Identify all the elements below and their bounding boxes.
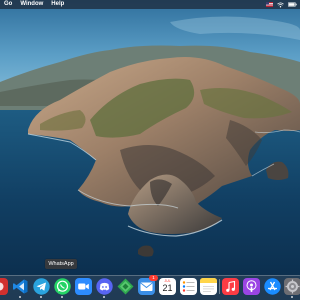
desktop: Go Window Help WhatsApp 1 JUL 21 bbox=[0, 0, 300, 300]
dock-item-notes[interactable] bbox=[200, 278, 217, 295]
running-indicator bbox=[103, 296, 105, 298]
battery-icon[interactable] bbox=[288, 2, 297, 7]
dock-item-telegram[interactable] bbox=[33, 278, 50, 295]
app-icon bbox=[0, 278, 8, 295]
dock-item-discord[interactable] bbox=[96, 278, 113, 295]
dock-tooltip: WhatsApp bbox=[45, 259, 77, 269]
music-icon bbox=[222, 278, 239, 295]
podcasts-icon bbox=[243, 278, 260, 295]
gear-icon bbox=[284, 278, 300, 295]
menu-go[interactable]: Go bbox=[0, 0, 16, 9]
running-indicator bbox=[19, 296, 21, 298]
wifi-icon[interactable] bbox=[277, 2, 284, 8]
dock-item-system-preferences[interactable] bbox=[284, 278, 300, 295]
dock-item-reminders[interactable] bbox=[180, 278, 197, 295]
whatsapp-icon bbox=[54, 278, 71, 295]
zoom-icon bbox=[75, 278, 92, 295]
telegram-icon bbox=[33, 278, 50, 295]
dock-item-whatsapp[interactable] bbox=[54, 278, 71, 295]
dock-item-app-partial[interactable] bbox=[0, 278, 8, 295]
dock-item-calendar[interactable]: JUL 21 bbox=[159, 278, 176, 295]
running-indicator bbox=[291, 296, 293, 298]
running-indicator bbox=[61, 296, 63, 298]
vscode-icon bbox=[13, 279, 28, 294]
dock-item-music[interactable] bbox=[222, 278, 239, 295]
list-icon bbox=[180, 278, 197, 295]
menu-window[interactable]: Window bbox=[16, 0, 47, 9]
dock-item-mail[interactable]: 1 bbox=[138, 275, 158, 295]
app-store-icon bbox=[264, 278, 281, 295]
notes-icon bbox=[200, 278, 217, 295]
dock-item-podcasts[interactable] bbox=[243, 278, 260, 295]
dock-item-sketch[interactable] bbox=[117, 278, 134, 295]
status-menus bbox=[266, 0, 297, 9]
dock-item-app-store[interactable] bbox=[264, 278, 281, 295]
mail-badge: 1 bbox=[149, 275, 158, 281]
running-indicator bbox=[40, 296, 42, 298]
dock-item-vscode[interactable] bbox=[12, 278, 29, 295]
discord-icon bbox=[96, 278, 113, 295]
dock-item-zoom[interactable] bbox=[75, 278, 92, 295]
wallpaper bbox=[0, 0, 300, 300]
menu-help[interactable]: Help bbox=[47, 0, 68, 9]
diamond-icon bbox=[117, 278, 134, 295]
flag-icon[interactable] bbox=[266, 2, 273, 7]
calendar-day: 21 bbox=[162, 283, 173, 293]
menu-bar: Go Window Help bbox=[0, 0, 300, 9]
dock-separator bbox=[219, 279, 220, 294]
